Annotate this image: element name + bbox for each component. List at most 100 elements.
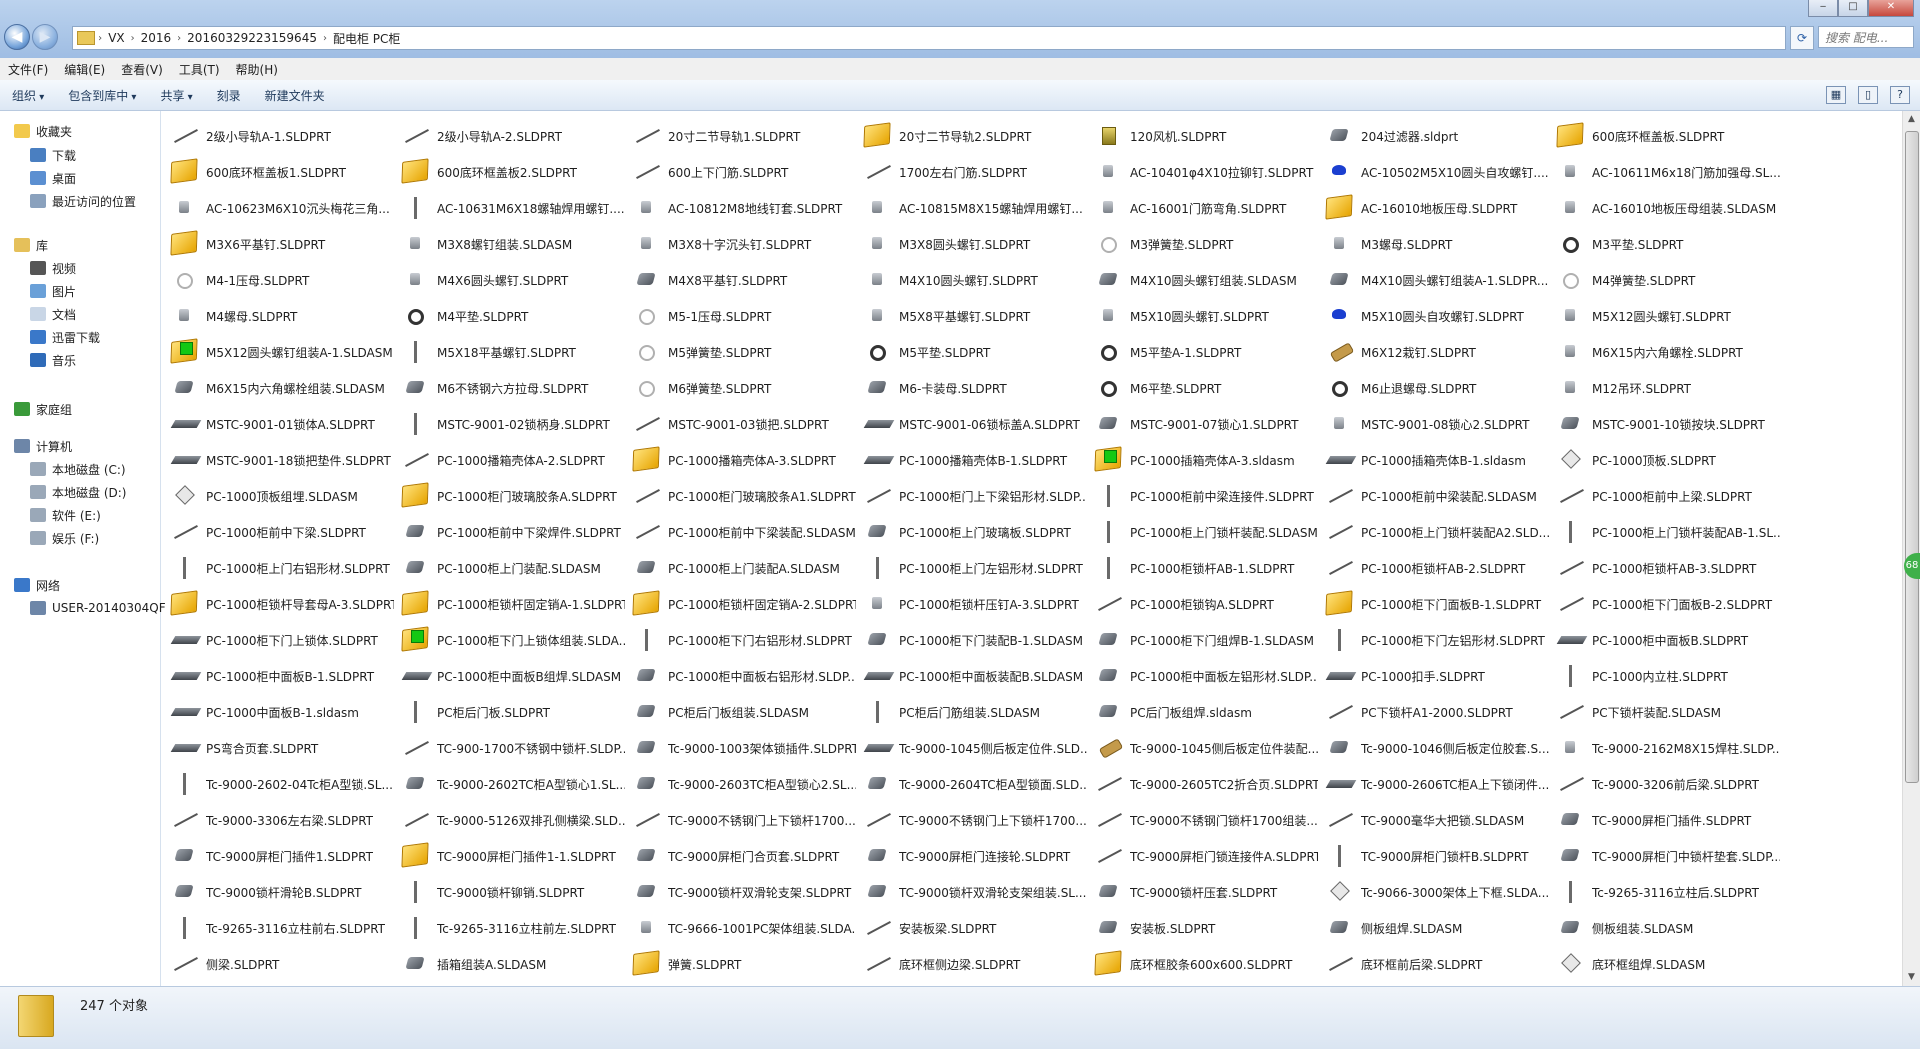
file-item[interactable]: Tc-9000-1045侧后板定位件装配... [1092, 732, 1318, 764]
file-item[interactable]: M5弹簧垫.SLDPRT [630, 336, 856, 368]
file-item[interactable]: PC-1000柜锁杆导套母A-3.SLDPRT [168, 588, 394, 620]
file-item[interactable]: 2级小导轨A-1.SLDPRT [168, 120, 394, 152]
file-item[interactable]: M5X10圆头螺钉.SLDPRT [1092, 300, 1318, 332]
nav-videos[interactable]: 视频 [30, 258, 76, 278]
file-item[interactable]: M5X12圆头螺钉.SLDPRT [1554, 300, 1780, 332]
view-options-icon[interactable]: ▦ [1826, 86, 1846, 104]
file-item[interactable]: 底环框胶条600x600.SLDPRT [1092, 948, 1318, 980]
file-item[interactable]: Tc-9000-2162M8X15焊柱.SLDP... [1554, 732, 1780, 764]
nav-computer[interactable]: 计算机 [14, 436, 72, 456]
file-item[interactable]: MSTC-9001-10锁按块.SLDPRT [1554, 408, 1780, 440]
minimize-button[interactable]: ‒ [1808, 0, 1838, 17]
file-item[interactable]: TC-9000锁杆滑轮B.SLDPRT [168, 876, 394, 908]
nav-recent-places[interactable]: 最近访问的位置 [30, 191, 136, 211]
file-item[interactable]: Tc-9000-2603TC柜A型锁心2.SL... [630, 768, 856, 800]
nav-downloads[interactable]: 下载 [30, 145, 76, 165]
file-item[interactable]: PC柜后门板组装.SLDASM [630, 696, 856, 728]
include-in-library-button[interactable]: 包含到库中 [56, 87, 148, 104]
file-item[interactable]: AC-10623M6X10沉头梅花三角... [168, 192, 394, 224]
file-item[interactable]: PC-1000中面板B-1.sldasm [168, 696, 394, 728]
file-item[interactable]: PC-1000柜下门组焊B-1.SLDASM [1092, 624, 1318, 656]
file-item[interactable]: 弹簧.SLDPRT [630, 948, 856, 980]
menu-view[interactable]: 查看(V) [113, 61, 171, 78]
file-item[interactable]: M4X10圆头螺钉.SLDPRT [861, 264, 1087, 296]
file-item[interactable]: PC-1000柜上门锁杆装配A2.SLD... [1323, 516, 1549, 548]
file-item[interactable]: PC-1000柜锁杆固定销A-1.SLDPRT [399, 588, 625, 620]
file-item[interactable]: PC-1000柜锁杆压钉A-3.SLDPRT [861, 588, 1087, 620]
file-item[interactable]: M4X8平基钉.SLDPRT [630, 264, 856, 296]
nav-drive-d[interactable]: 本地磁盘 (D:) [30, 482, 126, 502]
file-item[interactable]: PC-1000柜门玻璃胶条A.SLDPRT [399, 480, 625, 512]
file-item[interactable]: AC-10502M5X10圆头自攻螺钉.... [1323, 156, 1549, 188]
file-item[interactable]: 600底环框盖板1.SLDPRT [168, 156, 394, 188]
nav-network[interactable]: 网络 [14, 575, 60, 595]
file-item[interactable]: AC-10611M6x18门筋加强母.SL... [1554, 156, 1780, 188]
menu-file[interactable]: 文件(F) [0, 61, 56, 78]
file-item[interactable]: 安装板.SLDPRT [1092, 912, 1318, 944]
file-item[interactable]: Tc-9000-2602TC柜A型锁心1.SL... [399, 768, 625, 800]
address-bar[interactable]: › VX › 2016 › 20160329223159645 › 配电柜 PC… [72, 26, 1786, 50]
file-item[interactable]: PC柜后门筋组装.SLDASM [861, 696, 1087, 728]
file-item[interactable]: PC-1000播箱壳体A-3.SLDPRT [630, 444, 856, 476]
preview-pane-icon[interactable]: ▯ [1858, 86, 1878, 104]
file-item[interactable]: PC-1000柜下门上锁体.SLDPRT [168, 624, 394, 656]
file-item[interactable]: TC-900-1700不锈钢中锁杆.SLDP... [399, 732, 625, 764]
file-item[interactable]: M4X10圆头螺钉组装.SLDASM [1092, 264, 1318, 296]
nav-drive-e[interactable]: 软件 (E:) [30, 505, 101, 525]
file-item[interactable]: PC-1000柜前中梁装配.SLDASM [1323, 480, 1549, 512]
file-item[interactable]: PC-1000柜中面板B-1.SLDPRT [168, 660, 394, 692]
file-item[interactable]: PC-1000柜上门玻璃板.SLDPRT [861, 516, 1087, 548]
file-item[interactable]: 底环框侧边梁.SLDPRT [861, 948, 1087, 980]
file-item[interactable]: M6不锈钢六方拉母.SLDPRT [399, 372, 625, 404]
nav-drive-f[interactable]: 娱乐 (F:) [30, 528, 99, 548]
file-item[interactable]: TC-9000锁杆双滑轮支架组装.SL... [861, 876, 1087, 908]
file-item[interactable]: Tc-9066-3000架体上下框.SLDA... [1323, 876, 1549, 908]
scrollbar-thumb[interactable] [1905, 131, 1919, 783]
breadcrumb-current[interactable]: 配电柜 PC柜 [327, 30, 406, 47]
file-item[interactable]: TC-9000屏柜门中锁杆垫套.SLDP... [1554, 840, 1780, 872]
file-item[interactable]: M4弹簧垫.SLDPRT [1554, 264, 1780, 296]
forward-button[interactable]: ▶ [32, 24, 58, 50]
file-item[interactable]: PC-1000柜门上下梁铝形材.SLDP... [861, 480, 1087, 512]
file-item[interactable]: TC-9000屏柜门锁连接件A.SLDPRT [1092, 840, 1318, 872]
file-item[interactable]: M6止退螺母.SLDPRT [1323, 372, 1549, 404]
nav-desktop[interactable]: 桌面 [30, 168, 76, 188]
breadcrumb-2016[interactable]: 2016 [135, 31, 178, 45]
file-item[interactable]: M12吊环.SLDPRT [1554, 372, 1780, 404]
file-item[interactable]: TC-9000屏柜门连接轮.SLDPRT [861, 840, 1087, 872]
breadcrumb-vx[interactable]: VX [102, 31, 130, 45]
file-item[interactable]: M3弹簧垫.SLDPRT [1092, 228, 1318, 260]
file-item[interactable]: PC-1000柜下门装配B-1.SLDASM [861, 624, 1087, 656]
file-item[interactable]: PC-1000顶板组埋.SLDASM [168, 480, 394, 512]
scroll-up-arrow-icon[interactable]: ▲ [1903, 111, 1920, 128]
file-item[interactable]: PC下锁杆装配.SLDASM [1554, 696, 1780, 728]
file-item[interactable]: Tc-9000-2606TC柜A上下锁闭件... [1323, 768, 1549, 800]
maximize-button[interactable]: □ [1838, 0, 1868, 17]
nav-favorites[interactable]: 收藏夹 [14, 121, 72, 141]
file-item[interactable]: 侧板组装.SLDASM [1554, 912, 1780, 944]
burn-button[interactable]: 刻录 [205, 87, 253, 104]
file-item[interactable]: TC-9000锁杆铆销.SLDPRT [399, 876, 625, 908]
file-item[interactable]: PC-1000柜中面板左铝形材.SLDP... [1092, 660, 1318, 692]
share-button[interactable]: 共享 [148, 87, 204, 104]
file-item[interactable]: PC-1000柜中面板右铝形材.SLDP... [630, 660, 856, 692]
file-item[interactable]: M6X12栽钉.SLDPRT [1323, 336, 1549, 368]
file-item[interactable]: 安装板梁.SLDPRT [861, 912, 1087, 944]
file-item[interactable]: Tc-9265-3116立柱前左.SLDPRT [399, 912, 625, 944]
nav-music[interactable]: 音乐 [30, 350, 76, 370]
file-item[interactable]: M5平垫.SLDPRT [861, 336, 1087, 368]
file-item[interactable]: PC-1000柜锁杆AB-3.SLDPRT [1554, 552, 1780, 584]
file-item[interactable]: M4-1压母.SLDPRT [168, 264, 394, 296]
file-item[interactable]: PC柜后门板.SLDPRT [399, 696, 625, 728]
nav-drive-c[interactable]: 本地磁盘 (C:) [30, 459, 126, 479]
file-item[interactable]: PC-1000柜上门左铝形材.SLDPRT [861, 552, 1087, 584]
file-item[interactable]: PC-1000柜前中下梁焊件.SLDPRT [399, 516, 625, 548]
file-item[interactable]: 20寸二节导轨2.SLDPRT [861, 120, 1087, 152]
file-item[interactable]: PC-1000插箱壳体A-3.sldasm [1092, 444, 1318, 476]
file-item[interactable]: PC-1000柜中面板装配B.SLDASM [861, 660, 1087, 692]
file-item[interactable]: M4螺母.SLDPRT [168, 300, 394, 332]
nav-homegroup[interactable]: 家庭组 [14, 399, 72, 419]
file-item[interactable]: PS弯合页套.SLDPRT [168, 732, 394, 764]
file-item[interactable]: 600底环框盖板.SLDPRT [1554, 120, 1780, 152]
file-item[interactable]: AC-16001门筋弯角.SLDPRT [1092, 192, 1318, 224]
